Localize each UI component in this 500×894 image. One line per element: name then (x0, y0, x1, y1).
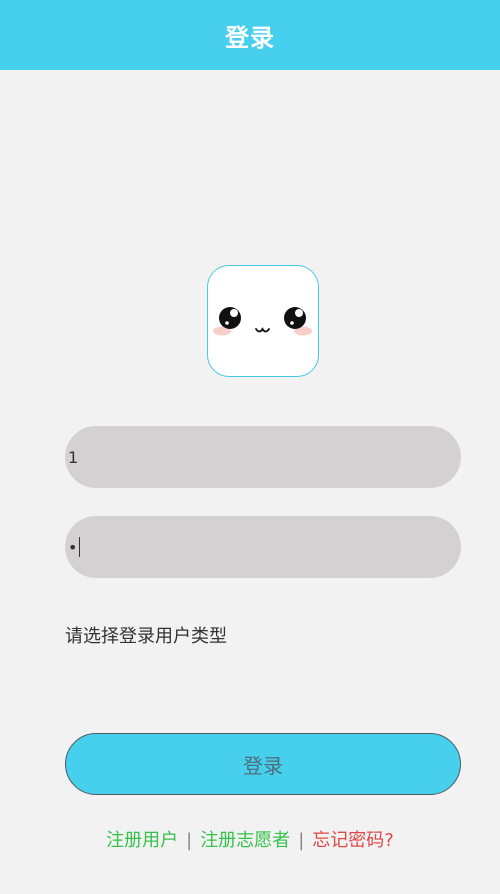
avatar (207, 265, 319, 377)
register-user-link[interactable]: 注册用户 (106, 826, 178, 852)
app-header: 登录 (0, 0, 500, 70)
separator: | (186, 830, 193, 851)
cute-face-icon (213, 307, 312, 336)
login-button[interactable]: 登录 (65, 733, 461, 795)
page-title: 登录 (225, 23, 275, 52)
register-volunteer-link[interactable]: 注册志愿者 (200, 826, 290, 852)
password-value: • (68, 537, 78, 557)
password-field[interactable]: • (65, 516, 461, 578)
username-field[interactable]: 1 (65, 426, 461, 488)
text-cursor (79, 537, 81, 557)
separator: | (298, 830, 305, 851)
forgot-password-link[interactable]: 忘记密码? (312, 826, 394, 852)
user-type-select[interactable]: 请选择登录用户类型 (65, 622, 227, 648)
footer-links: 注册用户 | 注册志愿者 | 忘记密码? (0, 826, 500, 852)
username-value: 1 (68, 447, 79, 467)
